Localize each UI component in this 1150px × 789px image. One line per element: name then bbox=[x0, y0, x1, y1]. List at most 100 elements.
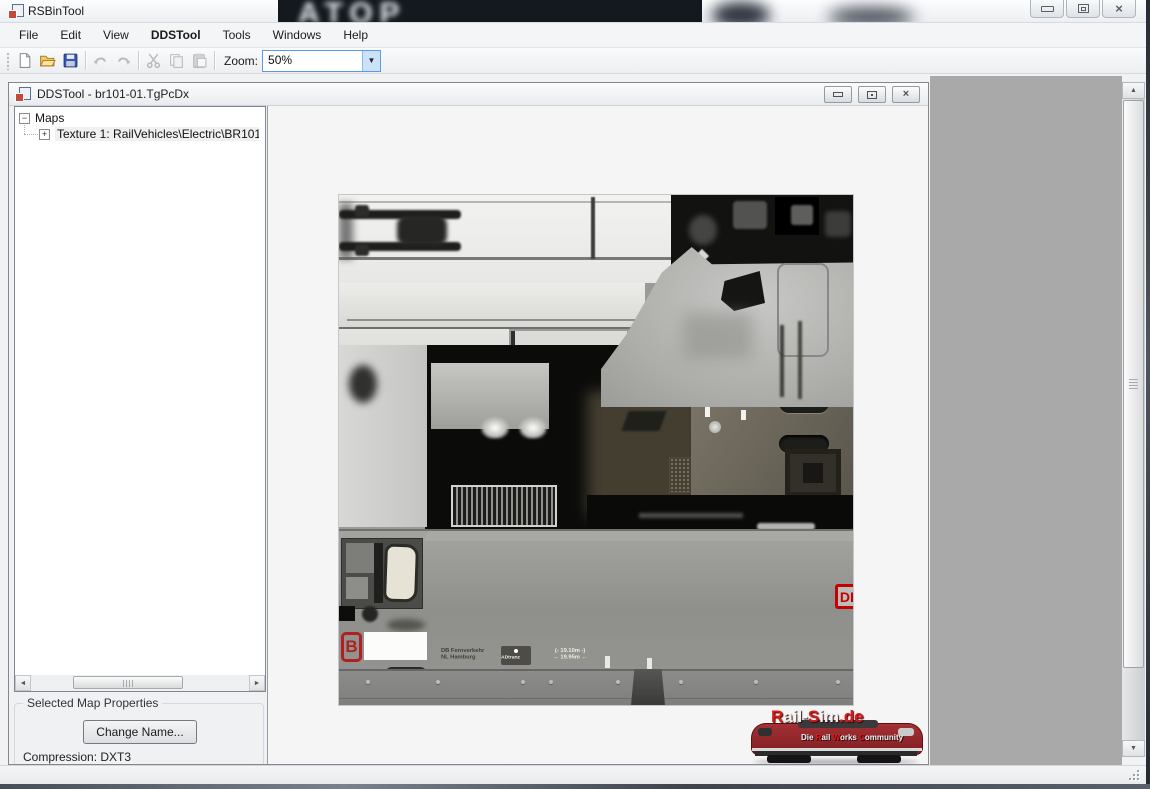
cut-scissors-icon bbox=[145, 52, 162, 69]
tree-node-maps[interactable]: − Maps bbox=[19, 111, 64, 125]
restore-icon bbox=[867, 91, 877, 99]
texture-shape bbox=[387, 619, 425, 631]
save-floppy-icon bbox=[62, 52, 79, 69]
redo-button[interactable] bbox=[112, 50, 135, 72]
toolbar-grip[interactable] bbox=[6, 52, 10, 70]
menu-edit[interactable]: Edit bbox=[49, 23, 92, 47]
collapse-icon[interactable]: − bbox=[19, 113, 30, 124]
scroll-left-button[interactable]: ◄ bbox=[15, 675, 31, 691]
maximize-icon bbox=[1078, 4, 1089, 13]
scroll-right-button[interactable]: ► bbox=[249, 675, 265, 691]
zoom-combobox[interactable]: 50% ▼ bbox=[262, 50, 381, 72]
zoom-label: Zoom: bbox=[224, 54, 258, 68]
mdi-area: DDSTool - br101-01.TgPcDx × − Maps bbox=[0, 74, 1146, 765]
scrollbar-thumb[interactable] bbox=[73, 676, 183, 689]
tree-node-label[interactable]: Maps bbox=[35, 111, 64, 125]
texture-shape bbox=[355, 205, 369, 217]
child-close-button[interactable]: × bbox=[892, 86, 920, 103]
menu-view[interactable]: View bbox=[92, 23, 140, 47]
texture-shape bbox=[591, 197, 595, 259]
desktop-glass-region: ATOP bbox=[278, 0, 702, 22]
tree-node-label[interactable]: Texture 1: RailVehicles\Electric\BR101\S… bbox=[55, 127, 259, 141]
texture-shape bbox=[709, 421, 721, 433]
scroll-right-icon: ► bbox=[254, 680, 261, 687]
window-controls: × bbox=[1030, 0, 1136, 18]
texture-shape bbox=[683, 313, 753, 359]
texture-rivet bbox=[679, 680, 683, 684]
texture-rivet bbox=[521, 680, 525, 684]
cut-button[interactable] bbox=[142, 50, 165, 72]
minimize-button[interactable] bbox=[1030, 0, 1064, 18]
texture-shape bbox=[339, 698, 853, 699]
window-title: RSBinTool bbox=[28, 4, 84, 18]
texture-shape bbox=[621, 411, 666, 431]
child-restore-button[interactable] bbox=[858, 86, 886, 103]
texture-shape bbox=[339, 201, 673, 203]
desktop-background-text: ATOP bbox=[298, 0, 702, 22]
save-button[interactable] bbox=[59, 50, 82, 72]
glass-smudge bbox=[828, 8, 914, 23]
texture-shape bbox=[339, 257, 673, 260]
maximize-button[interactable] bbox=[1066, 0, 1100, 18]
child-window-controls: × bbox=[824, 86, 920, 103]
tree-node-texture1[interactable]: + Texture 1: RailVehicles\Electric\BR101… bbox=[39, 127, 259, 141]
railsim-logo: Rail-Sim.de Die Rail Works Community bbox=[745, 707, 927, 764]
menu-bar: File Edit View DDSTool Tools Windows Hel… bbox=[0, 23, 1146, 48]
maps-tree[interactable]: − Maps + Texture 1: RailVehicles\Electri… bbox=[14, 106, 266, 692]
tree-horizontal-scrollbar[interactable]: ◄ ► bbox=[15, 675, 265, 691]
paste-button[interactable] bbox=[188, 50, 211, 72]
scroll-down-button[interactable]: ▼ bbox=[1122, 740, 1145, 757]
expand-icon[interactable]: + bbox=[39, 129, 50, 140]
child-window-icon bbox=[15, 87, 30, 102]
texture-db-logo-right: DB bbox=[835, 584, 853, 609]
texture-shape bbox=[425, 531, 853, 541]
undo-button[interactable] bbox=[89, 50, 112, 72]
combo-dropdown-button[interactable]: ▼ bbox=[362, 51, 380, 71]
texture-shape bbox=[362, 606, 378, 622]
texture-shape bbox=[825, 211, 851, 237]
desktop-edge bbox=[0, 784, 1150, 789]
texture-rivet bbox=[836, 680, 840, 684]
texture-rivet bbox=[366, 680, 370, 684]
logo-bogie bbox=[767, 755, 811, 763]
new-button[interactable] bbox=[13, 50, 36, 72]
close-button[interactable]: × bbox=[1102, 0, 1136, 18]
title-bar[interactable]: ATOP RSBinTool × bbox=[0, 0, 1146, 23]
menu-ddstool[interactable]: DDSTool bbox=[140, 23, 212, 47]
menu-tools[interactable]: Tools bbox=[212, 23, 262, 47]
menu-windows[interactable]: Windows bbox=[262, 23, 333, 47]
texture-seat bbox=[383, 543, 419, 602]
texture-cab-outline-panel bbox=[777, 263, 829, 357]
main-window: ATOP RSBinTool × File Edit View DDSTool … bbox=[0, 0, 1146, 784]
texture-adtranz-badge: ADtranz bbox=[501, 646, 531, 665]
resize-grip[interactable] bbox=[1129, 770, 1141, 782]
scroll-up-button[interactable]: ▲ bbox=[1122, 82, 1145, 99]
scroll-up-icon: ▲ bbox=[1130, 87, 1137, 94]
thumb-gripper bbox=[123, 680, 133, 687]
menu-file[interactable]: File bbox=[8, 23, 49, 47]
scrollbar-thumb[interactable] bbox=[1123, 100, 1144, 668]
selected-map-properties-group: Selected Map Properties Change Name... C… bbox=[14, 703, 264, 765]
texture-preview-panel[interactable]: B DB Fernverkehr NL Hamburg ADtranz bbox=[267, 106, 928, 764]
logo-subtitle-text: Die Rail Works Community bbox=[801, 733, 903, 742]
menu-help[interactable]: Help bbox=[332, 23, 379, 47]
vertical-scrollbar[interactable]: ▲ ▼ bbox=[1122, 82, 1145, 757]
toolbar-separator bbox=[85, 51, 86, 70]
child-title-bar[interactable]: DDSTool - br101-01.TgPcDx × bbox=[9, 83, 928, 106]
logo-bogie bbox=[857, 755, 901, 763]
app-icon-part bbox=[15, 93, 24, 102]
open-button[interactable] bbox=[36, 50, 59, 72]
logo-title-text: Rail-Sim.de bbox=[771, 707, 864, 727]
texture-skirt-notch bbox=[631, 669, 665, 705]
texture-shape bbox=[705, 407, 710, 417]
minimize-icon bbox=[1041, 6, 1054, 12]
texture-pantograph-joint bbox=[397, 215, 447, 246]
change-name-button[interactable]: Change Name... bbox=[83, 720, 197, 744]
texture-headlight bbox=[519, 417, 547, 439]
scrollbar-track[interactable] bbox=[31, 675, 249, 691]
texture-shape bbox=[339, 606, 355, 621]
ddstool-child-window: DDSTool - br101-01.TgPcDx × − Maps bbox=[8, 82, 929, 765]
logo-cab-window-left bbox=[758, 728, 772, 736]
copy-button[interactable] bbox=[165, 50, 188, 72]
child-minimize-button[interactable] bbox=[824, 86, 852, 103]
